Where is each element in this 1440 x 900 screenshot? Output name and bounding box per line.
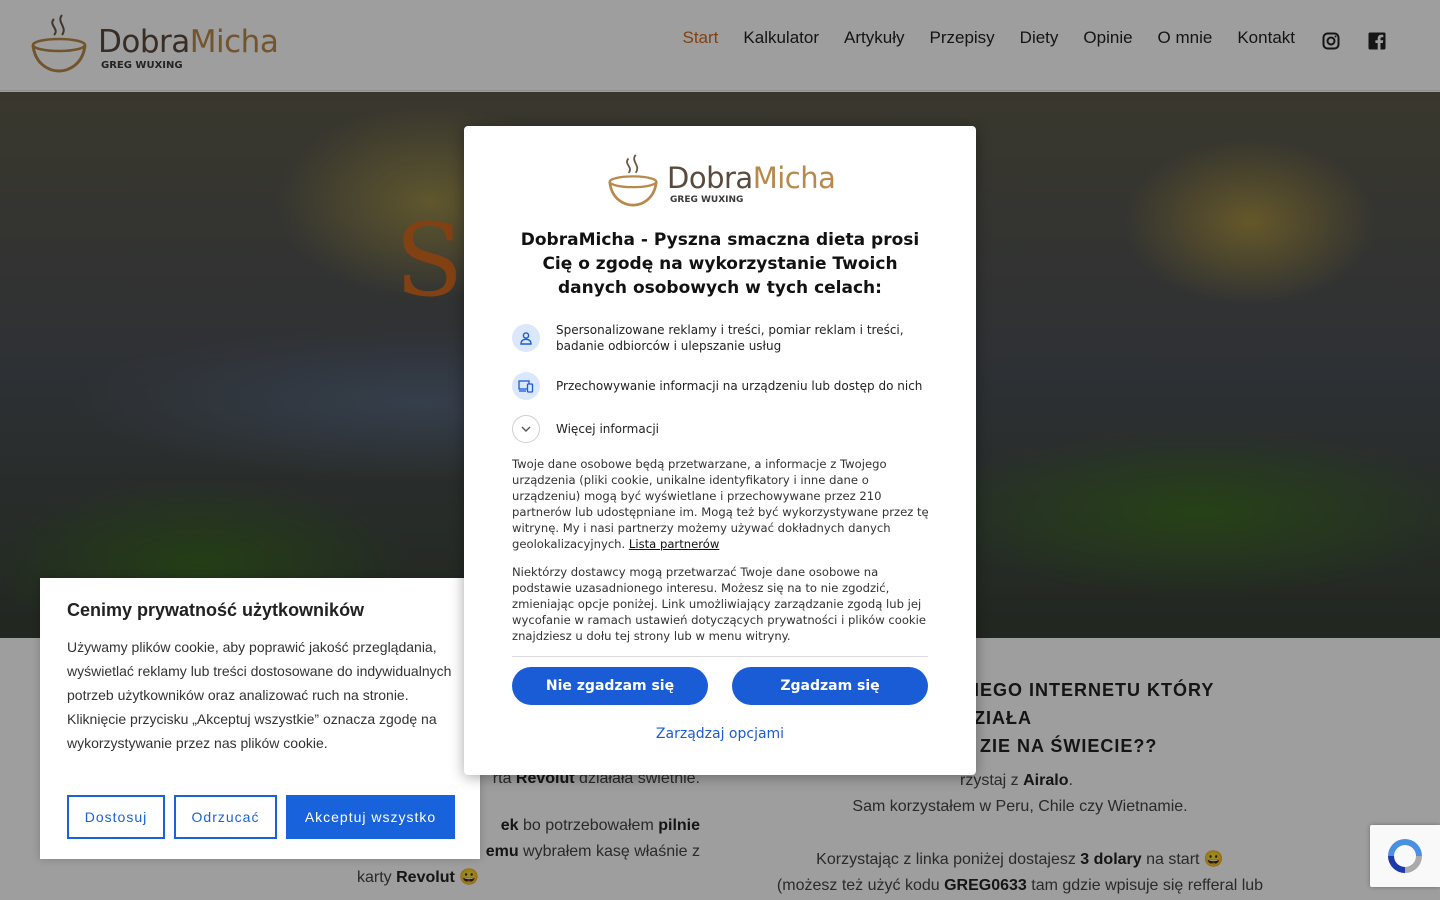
cookie-reject-button[interactable]: Odrzucać — [174, 795, 277, 839]
recaptcha-badge[interactable] — [1370, 825, 1440, 887]
modal-logo: DobraMicha GREG WUXING — [607, 152, 837, 208]
consent-paragraph-2: Niektórzy dostawcy mogą przetwarzać Twoj… — [512, 565, 926, 643]
more-info-label: Więcej informacji — [556, 422, 659, 436]
modal-logo-text: DobraMicha GREG WUXING — [667, 157, 837, 205]
logo-brand-part2: Micha — [752, 161, 836, 195]
partners-list-link[interactable]: Lista partnerów — [629, 537, 719, 551]
consent-heading: DobraMicha - Pyszna smaczna dieta prosi … — [520, 230, 920, 298]
modal-divider — [512, 656, 928, 657]
purpose-personalized-ads: Spersonalizowane reklamy i treści, pomia… — [512, 322, 932, 354]
cookie-banner-title: Cenimy prywatność użytkowników — [67, 600, 365, 620]
more-info-toggle[interactable]: Więcej informacji — [512, 415, 932, 443]
bowl-logo-icon — [608, 154, 658, 207]
cookie-banner-description: Używamy plików cookie, aby poprawić jako… — [67, 639, 452, 751]
cookie-accept-all-button[interactable]: Akceptuj wszystko — [286, 795, 455, 839]
cookie-banner-buttons: Dostosuj Odrzucać Akceptuj wszystko — [67, 795, 464, 839]
cookie-customize-button[interactable]: Dostosuj — [67, 795, 165, 839]
purpose-2-text: Przechowywanie informacji na urządzeniu … — [556, 379, 923, 393]
consent-button[interactable]: Zgadzam się — [732, 667, 928, 705]
logo-brand-part1: Dobra — [667, 161, 753, 195]
manage-options-link[interactable]: Zarządzaj opcjami — [512, 726, 928, 742]
do-not-consent-button[interactable]: Nie zgadzam się — [512, 667, 708, 705]
devices-icon — [512, 372, 540, 400]
purpose-1-text: Spersonalizowane reklamy i treści, pomia… — [556, 323, 904, 353]
chevron-down-icon — [512, 415, 540, 443]
modal-logo-tagline: GREG WUXING — [670, 195, 744, 205]
paragraph-1-text: Twoje dane osobowe będą przetwarzane, a … — [512, 457, 929, 551]
purpose-device-storage: Przechowywanie informacji na urządzeniu … — [512, 372, 932, 400]
consent-modal: DobraMicha GREG WUXING DobraMicha - Pysz… — [464, 126, 976, 775]
cookie-banner: Cenimy prywatność użytkowników Używamy p… — [40, 578, 480, 859]
person-icon — [512, 324, 540, 352]
consent-paragraph-1: Twoje dane osobowe będą przetwarzane, a … — [512, 456, 930, 552]
recaptcha-icon — [1388, 839, 1422, 873]
modal-logo-brand: DobraMicha — [667, 161, 836, 195]
